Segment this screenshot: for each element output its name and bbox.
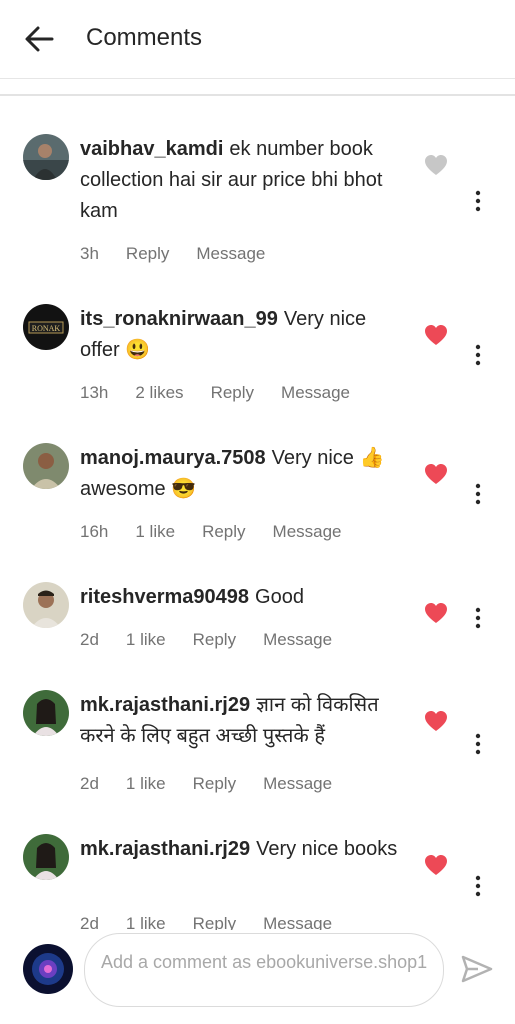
comment-body: vaibhav_kamdi ek number book collection h… — [80, 134, 410, 227]
more-options-icon[interactable] — [468, 607, 488, 629]
heart-icon[interactable] — [424, 324, 448, 346]
section-divider — [0, 94, 515, 96]
reply-button[interactable]: Reply — [211, 383, 254, 402]
comment-meta: 16h 1 like Reply Message — [80, 522, 369, 542]
reply-button[interactable]: Reply — [193, 630, 236, 649]
app-header: Comments — [0, 0, 515, 78]
more-options-icon[interactable] — [468, 190, 488, 212]
more-options-icon[interactable] — [468, 875, 488, 897]
comment-body: manoj.maurya.7508 Very nice 👍 awesome 😎 — [80, 443, 410, 505]
comment-body: riteshverma90498 Good — [80, 582, 410, 613]
comment-body: mk.rajasthani.rj29 ज्ञान को विकसित करने क… — [80, 690, 410, 752]
comment-input[interactable]: Add a comment as ebookuniverse.shop1 — [84, 933, 444, 1007]
comment-meta: 2d 1 like Reply Message — [80, 630, 359, 650]
more-options-icon[interactable] — [468, 344, 488, 366]
likes-count[interactable]: 1 like — [135, 522, 175, 541]
more-options-icon[interactable] — [468, 483, 488, 505]
comment-meta: 3h Reply Message — [80, 244, 292, 264]
avatar[interactable] — [23, 834, 69, 880]
comment-username[interactable]: mk.rajasthani.rj29 — [80, 694, 250, 716]
back-arrow-icon[interactable] — [22, 22, 56, 56]
heart-icon[interactable] — [424, 854, 448, 876]
comment-username[interactable]: its_ronaknirwaan_99 — [80, 308, 278, 330]
avatar-text: RONAK — [32, 324, 61, 333]
likes-count[interactable]: 1 like — [126, 774, 166, 793]
comment-time: 2d — [80, 774, 99, 793]
avatar[interactable]: RONAK — [23, 304, 69, 350]
send-icon[interactable] — [460, 954, 494, 984]
comment-text: Good — [255, 586, 304, 608]
comment-username[interactable]: vaibhav_kamdi — [80, 138, 223, 160]
comment-username[interactable]: manoj.maurya.7508 — [80, 447, 266, 469]
message-button[interactable]: Message — [263, 774, 332, 793]
avatar[interactable] — [23, 134, 69, 180]
comment-meta: 13h 2 likes Reply Message — [80, 383, 377, 403]
comment-body: mk.rajasthani.rj29 Very nice books — [80, 834, 410, 865]
comment-time: 2d — [80, 630, 99, 649]
message-button[interactable]: Message — [273, 522, 342, 541]
comment-text: Very nice books — [256, 838, 398, 860]
comment-username[interactable]: riteshverma90498 — [80, 586, 249, 608]
header-divider — [0, 78, 515, 79]
page-title: Comments — [86, 24, 203, 51]
comment-time: 16h — [80, 522, 109, 541]
comment-username[interactable]: mk.rajasthani.rj29 — [80, 838, 250, 860]
comment-composer: Add a comment as ebookuniverse.shop1 — [0, 930, 515, 1024]
heart-icon[interactable] — [424, 154, 448, 176]
message-button[interactable]: Message — [263, 630, 332, 649]
comment-input-placeholder: Add a comment as ebookuniverse.shop1 — [101, 952, 428, 972]
heart-icon[interactable] — [424, 463, 448, 485]
likes-count[interactable]: 1 like — [126, 630, 166, 649]
heart-icon[interactable] — [424, 710, 448, 732]
avatar[interactable] — [23, 690, 69, 736]
avatar[interactable] — [23, 582, 69, 628]
reply-button[interactable]: Reply — [202, 522, 245, 541]
avatar[interactable] — [23, 443, 69, 489]
comment-meta: 2d 1 like Reply Message — [80, 774, 359, 794]
reply-button[interactable]: Reply — [126, 244, 169, 263]
more-options-icon[interactable] — [468, 733, 488, 755]
likes-count[interactable]: 2 likes — [135, 383, 183, 402]
comment-body: its_ronaknirwaan_99 Very nice offer 😃 — [80, 304, 410, 366]
heart-icon[interactable] — [424, 602, 448, 624]
comment-time: 13h — [80, 383, 109, 402]
message-button[interactable]: Message — [196, 244, 265, 263]
reply-button[interactable]: Reply — [193, 774, 236, 793]
comment-time: 3h — [80, 244, 99, 263]
current-user-avatar[interactable] — [23, 944, 73, 994]
message-button[interactable]: Message — [281, 383, 350, 402]
